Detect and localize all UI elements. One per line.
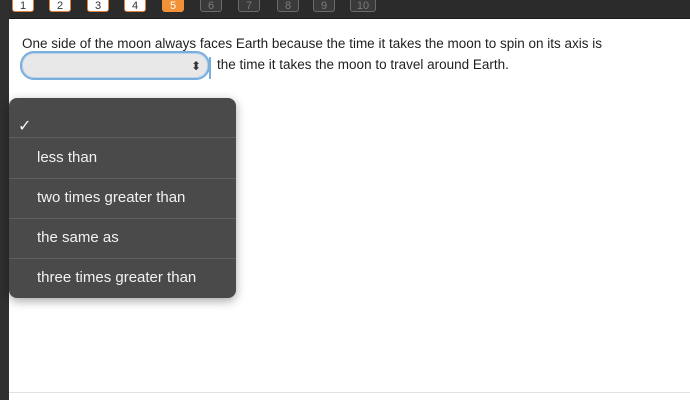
dropdown-option-less-than[interactable]: less than <box>9 138 236 178</box>
answer-select[interactable]: ⬍ <box>20 51 210 80</box>
select-arrows-icon: ⬍ <box>190 59 201 73</box>
question-5-button[interactable]: 5 <box>162 0 184 12</box>
dropdown-option-the-same-as[interactable]: the same as <box>9 218 236 258</box>
question-4-button[interactable]: 4 <box>124 0 146 12</box>
question-6-button[interactable]: 6 <box>200 0 222 12</box>
question-8-button[interactable]: 8 <box>277 0 299 12</box>
question-3-button[interactable]: 3 <box>87 0 109 12</box>
select-focus-indicator <box>209 57 211 79</box>
dropdown-option-blank[interactable]: ✓ <box>9 98 236 137</box>
dropdown-option-three-times-greater-than[interactable]: three times greater than <box>9 258 236 298</box>
question-nav-bar: 1 2 3 4 5 6 7 8 9 10 <box>9 0 690 19</box>
bottom-divider <box>9 392 690 393</box>
question-9-button[interactable]: 9 <box>313 0 335 12</box>
question-1-button[interactable]: 1 <box>12 0 34 12</box>
question-7-button[interactable]: 7 <box>238 0 260 12</box>
question-10-button[interactable]: 10 <box>350 0 376 12</box>
question-2-button[interactable]: 2 <box>49 0 71 12</box>
dropdown-option-two-times-greater-than[interactable]: two times greater than <box>9 178 236 218</box>
question-text-continuation: the time it takes the moon to travel aro… <box>217 57 509 72</box>
dropdown-menu: ✓ less than two times greater than the s… <box>9 98 236 298</box>
left-rail <box>0 0 9 400</box>
